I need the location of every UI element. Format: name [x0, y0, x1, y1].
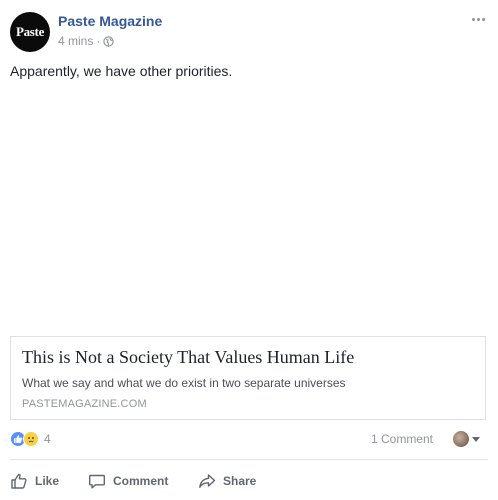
share-button[interactable]: Share: [198, 472, 256, 490]
more-options-icon[interactable]: [468, 12, 488, 26]
comment-button[interactable]: Comment: [88, 472, 168, 490]
viewer-avatar: [453, 431, 469, 447]
page-name-link[interactable]: Paste Magazine: [58, 13, 162, 29]
share-arrow-icon: [198, 472, 216, 490]
speech-bubble-icon: [88, 472, 106, 490]
viewer-selector[interactable]: [453, 431, 480, 447]
post-timestamp[interactable]: 4 mins: [58, 34, 93, 48]
reactions-summary: 4 1 Comment: [10, 428, 488, 450]
comments-count-link[interactable]: 1 Comment: [371, 432, 433, 446]
globe-icon[interactable]: [103, 36, 115, 47]
share-label: Share: [223, 474, 257, 488]
link-domain: PASTEMAGAZINE.COM: [22, 398, 147, 410]
comment-label: Comment: [113, 474, 169, 488]
sad-icon: [23, 431, 39, 447]
link-preview-card[interactable]: This is Not a Society That Values Human …: [10, 336, 486, 420]
reaction-count: 4: [44, 432, 51, 446]
page-avatar[interactable]: Paste: [10, 12, 50, 52]
like-button[interactable]: Like: [10, 472, 59, 490]
link-image[interactable]: [10, 92, 486, 336]
like-label: Like: [35, 474, 60, 488]
avatar-logo-text: Paste: [15, 24, 45, 39]
action-bar: Like Comment Share: [10, 468, 488, 494]
link-description: What we say and what we do exist in two …: [22, 376, 346, 390]
reaction-icons-group[interactable]: 4: [10, 431, 51, 447]
post-message: Apparently, we have other priorities.: [10, 63, 233, 79]
thumbs-up-icon: [10, 472, 28, 490]
meta-separator: ·: [96, 34, 101, 48]
post-header: Paste Paste Magazine 4 mins ·: [10, 12, 488, 52]
link-title[interactable]: This is Not a Society That Values Human …: [22, 347, 354, 368]
facebook-post: Paste Paste Magazine 4 mins · Apparently…: [0, 0, 498, 500]
action-divider: [10, 459, 488, 460]
caret-down-icon: [472, 436, 480, 442]
post-meta: 4 mins ·: [58, 34, 115, 48]
